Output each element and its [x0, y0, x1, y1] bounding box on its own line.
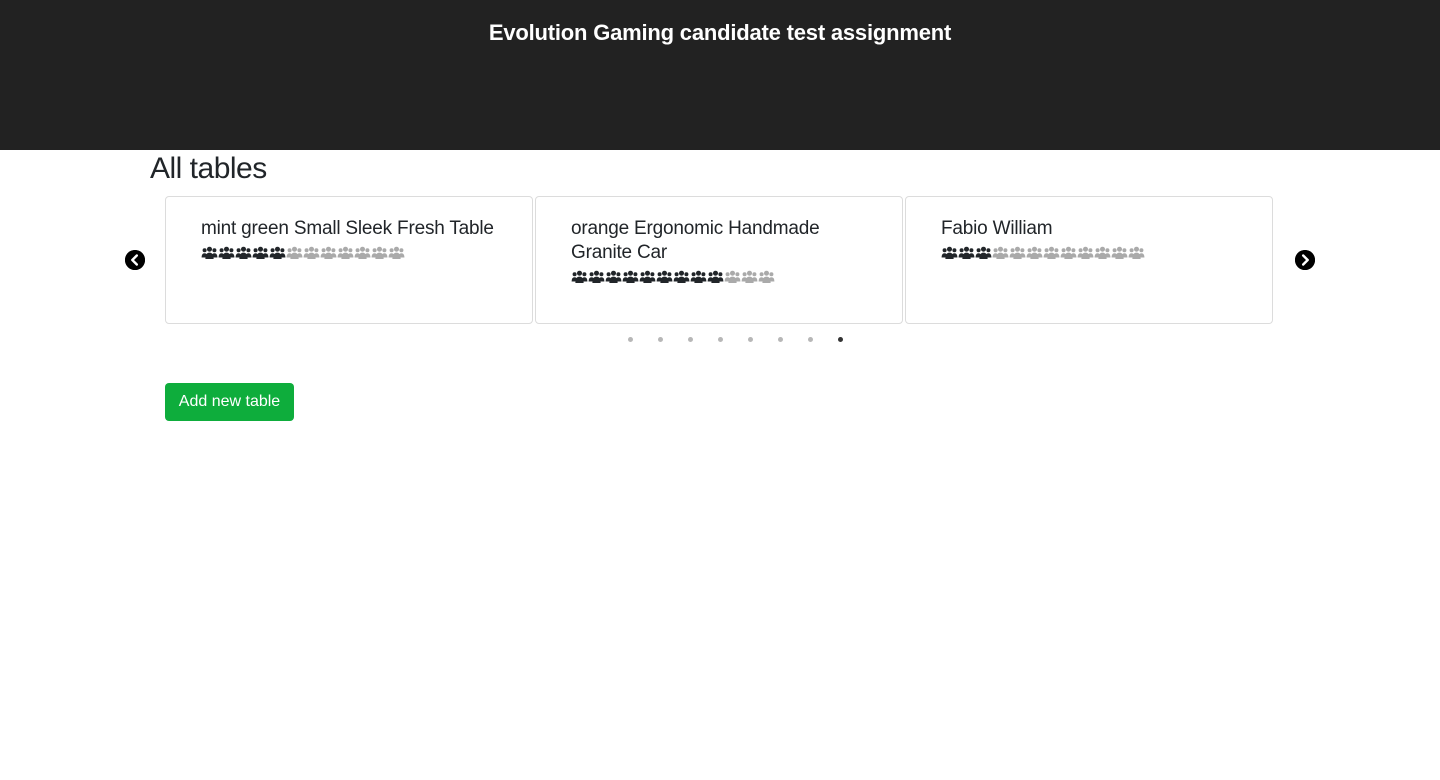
occupied-seat-icon	[269, 245, 286, 262]
table-card[interactable]: orange Ergonomic Handmade Granite Car	[535, 196, 903, 324]
free-seat-icon	[1094, 245, 1111, 262]
table-card-title: mint green Small Sleek Fresh Table	[201, 218, 494, 239]
occupied-seat-icon	[975, 245, 992, 262]
free-seat-icon	[320, 245, 337, 262]
occupied-seat-icon	[588, 269, 605, 286]
free-seat-icon	[741, 269, 758, 286]
free-seat-icon	[992, 245, 1009, 262]
carousel-dot-7[interactable]	[808, 337, 813, 342]
table-card-title: orange Ergonomic Handmade Granite Car	[571, 218, 820, 263]
occupied-seat-icon	[622, 269, 639, 286]
occupied-seat-icon	[673, 269, 690, 286]
carousel-dot-1[interactable]	[628, 337, 633, 342]
occupied-seat-icon	[707, 269, 724, 286]
carousel-dot-5[interactable]	[748, 337, 753, 342]
free-seat-icon	[371, 245, 388, 262]
free-seat-icon	[388, 245, 405, 262]
carousel-pagination	[0, 337, 1440, 347]
occupied-seat-icon	[958, 245, 975, 262]
seats-indicator	[571, 269, 878, 289]
occupied-seat-icon	[656, 269, 673, 286]
seats-indicator	[201, 245, 508, 265]
occupied-seat-icon	[605, 269, 622, 286]
free-seat-icon	[1111, 245, 1128, 262]
occupied-seat-icon	[690, 269, 707, 286]
free-seat-icon	[1026, 245, 1043, 262]
table-card[interactable]: Fabio William	[905, 196, 1273, 324]
occupied-seat-icon	[571, 269, 588, 286]
add-new-table-button[interactable]: Add new table	[165, 383, 294, 421]
tables-carousel: mint green Small Sleek Fresh Table orang…	[120, 196, 1320, 356]
free-seat-icon	[1009, 245, 1026, 262]
chevron-left-circle-icon[interactable]	[125, 250, 145, 270]
occupied-seat-icon	[235, 245, 252, 262]
carousel-dot-6[interactable]	[778, 337, 783, 342]
free-seat-icon	[354, 245, 371, 262]
free-seat-icon	[1060, 245, 1077, 262]
app-header: Evolution Gaming candidate test assignme…	[0, 0, 1440, 150]
free-seat-icon	[758, 269, 775, 286]
free-seat-icon	[303, 245, 320, 262]
occupied-seat-icon	[639, 269, 656, 286]
free-seat-icon	[337, 245, 354, 262]
occupied-seat-icon	[252, 245, 269, 262]
carousel-dot-2[interactable]	[658, 337, 663, 342]
occupied-seat-icon	[201, 245, 218, 262]
free-seat-icon	[1077, 245, 1094, 262]
carousel-dot-8[interactable]	[838, 337, 843, 342]
occupied-seat-icon	[941, 245, 958, 262]
carousel-dot-4[interactable]	[718, 337, 723, 342]
free-seat-icon	[1043, 245, 1060, 262]
page-title: All tables	[150, 152, 267, 185]
free-seat-icon	[286, 245, 303, 262]
free-seat-icon	[724, 269, 741, 286]
chevron-right-circle-icon[interactable]	[1295, 250, 1315, 270]
occupied-seat-icon	[218, 245, 235, 262]
table-card[interactable]: mint green Small Sleek Fresh Table	[165, 196, 533, 324]
app-title: Evolution Gaming candidate test assignme…	[488, 20, 952, 45]
seats-indicator	[941, 245, 1248, 265]
free-seat-icon	[1128, 245, 1145, 262]
table-card-title: Fabio William	[941, 218, 1053, 239]
carousel-dot-3[interactable]	[688, 337, 693, 342]
